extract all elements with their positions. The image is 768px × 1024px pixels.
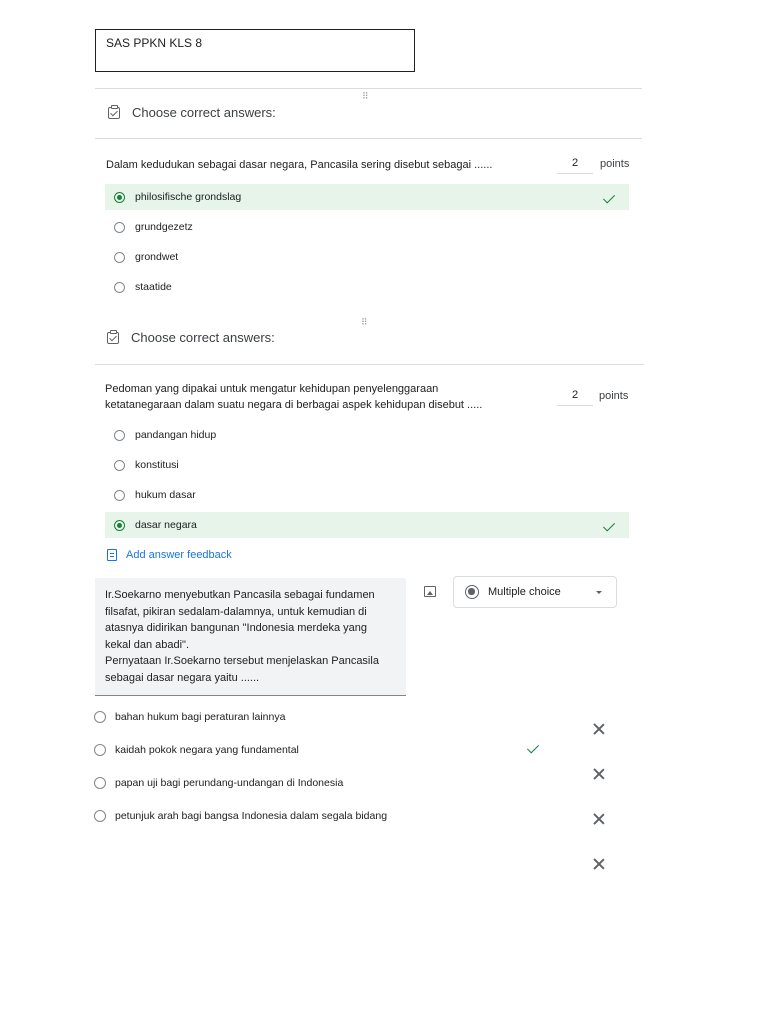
radio-selected-icon[interactable] [114,191,125,203]
close-icon[interactable] [593,723,605,735]
answer-options: philosifische grondslag grundgezetz gron… [105,184,629,300]
option-label[interactable]: papan uji bagi perundang-undangan di Ind… [115,777,343,789]
answer-option[interactable]: papan uji bagi perundang-undangan di Ind… [94,777,343,789]
question-text-line: filsafat, pikiran sedalam-dalamnya, untu… [105,605,367,618]
question-text-line: Pedoman yang dipakai untuk mengatur kehi… [105,383,439,395]
answer-option[interactable]: staatide [105,274,629,300]
divider [95,138,642,139]
checkbox-checked-icon [107,329,119,344]
answer-key-header: Choose correct answers: [108,104,276,120]
feedback-label: Add answer feedback [126,549,232,561]
answer-option[interactable]: bahan hukum bagi peraturan lainnya [94,711,285,723]
option-label: staatide [135,281,172,293]
question-text-line: Pernyataan Ir.Soekarno tersebut menjelas… [105,655,379,667]
question-text-line: ketatanegaraan dalam suatu negara di ber… [105,399,483,411]
radio-icon[interactable] [114,281,125,293]
option-label: dasar negara [135,519,197,531]
add-answer-feedback-link[interactable]: Add answer feedback [107,549,232,561]
form-title: SAS PPKN KLS 8 [106,36,203,50]
question-text-line: Ir.Soekarno menyebutkan Pancasila sebaga… [105,589,375,601]
question-type-dropdown[interactable]: Multiple choice [453,576,617,608]
dropdown-caret-icon [596,590,602,594]
answer-key-label: Choose correct answers: [131,330,275,345]
radio-icon[interactable] [94,711,106,723]
check-icon[interactable] [526,741,540,754]
answer-key-header: Choose correct answers: [107,329,275,345]
drag-handle-icon[interactable]: ⠿ [361,318,368,327]
question-text-line: atasnya didirikan bangunan "Indonesia me… [105,622,367,634]
question-text: Pedoman yang dipakai untuk mengatur kehi… [105,381,545,413]
question-type-label: Multiple choice [488,586,561,598]
question-text-line: kekal dan abadi". [105,638,190,651]
answer-option[interactable]: grondwet [105,244,629,270]
answer-option[interactable]: pandangan hidup [105,422,629,448]
radio-selected-icon[interactable] [114,519,125,531]
radio-icon[interactable] [114,429,125,441]
answer-option[interactable]: grundgezetz [105,214,629,240]
divider [95,88,642,89]
check-icon [602,190,616,204]
radio-button-icon [465,585,479,599]
question-text-line: sebagai dasar negara yaitu ...... [105,671,260,684]
option-label: grondwet [135,251,179,263]
close-icon[interactable] [593,813,605,825]
radio-icon[interactable] [94,810,106,822]
answer-options: pandangan hidup konstitusi hukum dasar d… [105,422,629,538]
divider [95,364,644,365]
radio-icon[interactable] [114,251,125,263]
question-input[interactable]: Ir.Soekarno menyebutkan Pancasila sebaga… [95,578,406,696]
points-label: points [599,390,629,402]
checkbox-checked-icon [108,104,120,119]
option-label: konstitusi [135,459,179,471]
option-label: philosifische grondslag [135,191,242,203]
add-image-icon[interactable] [424,586,436,597]
answer-option[interactable]: kaidah pokok negara yang fundamental [94,744,299,756]
form-title-box[interactable]: SAS PPKN KLS 8 [95,29,415,72]
radio-icon[interactable] [114,221,125,233]
answer-option[interactable]: konstitusi [105,452,629,478]
points-input[interactable]: 2 [557,155,593,174]
answer-key-label: Choose correct answers: [132,105,276,120]
question-text: Dalam kedudukan sebagai dasar negara, Pa… [106,159,493,171]
close-icon[interactable] [593,768,605,780]
option-label[interactable]: kaidah pokok negara yang fundamental [115,744,299,756]
answer-option[interactable]: dasar negara [105,512,629,538]
drag-handle-icon[interactable]: ⠿ [362,92,369,101]
radio-icon[interactable] [94,744,106,756]
option-label: grundgezetz [135,221,193,233]
option-label[interactable]: bahan hukum bagi peraturan lainnya [115,711,285,723]
radio-icon[interactable] [94,777,106,789]
close-icon[interactable] [593,858,605,870]
radio-icon[interactable] [114,459,125,471]
radio-icon[interactable] [114,489,125,501]
answer-option[interactable]: hukum dasar [105,482,629,508]
answer-option[interactable]: philosifische grondslag [105,184,629,210]
points-input[interactable]: 2 [557,387,593,406]
answer-option[interactable]: petunjuk arah bagi bangsa Indonesia dala… [94,810,387,822]
option-label: pandangan hidup [135,429,217,441]
option-label: hukum dasar [135,489,196,501]
points-label: points [600,158,630,170]
check-icon [602,518,616,532]
option-label[interactable]: petunjuk arah bagi bangsa Indonesia dala… [115,810,387,822]
feedback-clipboard-icon [107,549,117,561]
